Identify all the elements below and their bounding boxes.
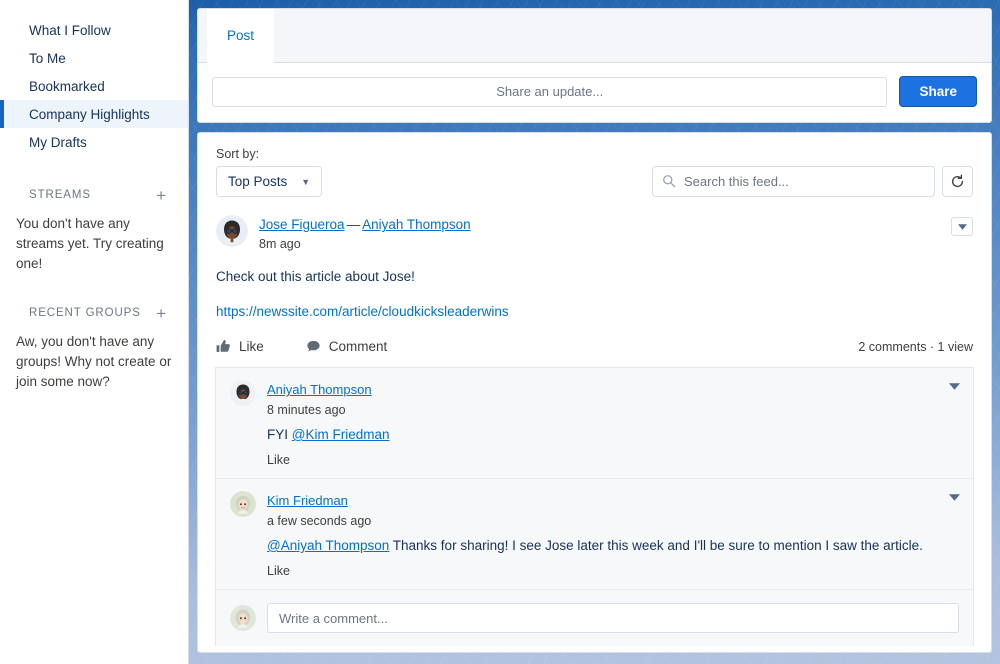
post-timestamp: 8m ago xyxy=(259,237,471,251)
streams-section-header: STREAMS + xyxy=(0,184,188,206)
comment-text: @Aniyah Thompson Thanks for sharing! I s… xyxy=(267,537,959,555)
sidebar-item-to-me[interactable]: To Me xyxy=(0,44,188,72)
tab-post-label: Post xyxy=(227,28,254,43)
comment-author-link[interactable]: Kim Friedman xyxy=(267,493,348,508)
streams-title: STREAMS xyxy=(29,189,91,201)
publisher-tabbar: Post xyxy=(198,9,991,63)
sidebar-item-label: Company Highlights xyxy=(29,107,150,122)
comment-item: Aniyah Thompson 8 minutes ago FYI @Kim F… xyxy=(216,368,973,479)
streams-empty-text: You don't have any streams yet. Try crea… xyxy=(0,206,188,274)
post-author-link[interactable]: Jose Figueroa xyxy=(259,217,345,232)
sidebar: What I Follow To Me Bookmarked Company H… xyxy=(0,0,189,664)
post-link[interactable]: https://newssite.com/article/cloudkicksl… xyxy=(216,304,973,319)
chevron-down-icon xyxy=(949,494,960,501)
sidebar-item-label: What I Follow xyxy=(29,23,111,38)
avatar[interactable] xyxy=(230,380,256,406)
avatar[interactable] xyxy=(216,215,248,247)
publisher-body: Share xyxy=(198,63,991,122)
write-comment-input[interactable] xyxy=(267,603,959,633)
thumbs-up-icon xyxy=(216,339,231,354)
speech-bubble-icon xyxy=(306,339,321,354)
publisher-card: Post Share xyxy=(197,8,992,123)
search-group xyxy=(652,166,973,197)
comment-timestamp: 8 minutes ago xyxy=(267,403,959,417)
comment-item: Kim Friedman a few seconds ago @Aniyah T… xyxy=(216,479,973,590)
post-meta: Jose Figueroa—Aniyah Thompson 8m ago xyxy=(259,215,471,251)
comment-mention-link[interactable]: @Aniyah Thompson xyxy=(267,538,389,553)
feed-toolbar: Sort by: Top Posts ▼ xyxy=(216,147,973,197)
post-separator: — xyxy=(345,217,363,232)
post-header: Jose Figueroa—Aniyah Thompson 8m ago xyxy=(216,215,973,251)
post-actions: Like Comment 2 comments · 1 view xyxy=(216,339,973,367)
chevron-down-icon xyxy=(958,224,967,230)
like-label: Like xyxy=(239,339,264,354)
comments-list: Aniyah Thompson 8 minutes ago FYI @Kim F… xyxy=(215,367,974,646)
sidebar-item-what-i-follow[interactable]: What I Follow xyxy=(0,16,188,44)
chevron-down-icon: ▼ xyxy=(301,177,310,187)
tab-post[interactable]: Post xyxy=(207,9,274,63)
post-recipient-link[interactable]: Aniyah Thompson xyxy=(362,217,471,232)
comment-menu-button[interactable] xyxy=(949,382,960,393)
avatar[interactable] xyxy=(230,491,256,517)
search-icon xyxy=(662,174,676,188)
sidebar-item-label: To Me xyxy=(29,51,66,66)
recent-groups-empty-text: Aw, you don't have any groups! Why not c… xyxy=(0,324,188,392)
post-counts: 2 comments · 1 view xyxy=(858,340,973,354)
sort-dropdown[interactable]: Top Posts ▼ xyxy=(216,166,322,197)
like-button[interactable]: Like xyxy=(216,339,264,354)
avatar[interactable] xyxy=(230,605,256,631)
comment-body: Aniyah Thompson 8 minutes ago FYI @Kim F… xyxy=(267,380,959,467)
comment-body: Kim Friedman a few seconds ago @Aniyah T… xyxy=(267,491,959,578)
share-update-input[interactable] xyxy=(212,77,887,107)
sidebar-item-bookmarked[interactable]: Bookmarked xyxy=(0,72,188,100)
comment-timestamp: a few seconds ago xyxy=(267,514,959,528)
search-feed-input[interactable] xyxy=(652,166,935,197)
search-wrapper xyxy=(652,166,935,197)
comment-text-prefix: FYI xyxy=(267,427,292,442)
comment-like-button[interactable]: Like xyxy=(267,453,959,467)
comment-button[interactable]: Comment xyxy=(306,339,388,354)
sidebar-item-my-drafts[interactable]: My Drafts xyxy=(0,128,188,156)
feed-post: Jose Figueroa—Aniyah Thompson 8m ago Che… xyxy=(216,215,973,646)
comment-label: Comment xyxy=(329,339,388,354)
sidebar-item-company-highlights[interactable]: Company Highlights xyxy=(0,100,188,128)
add-stream-icon[interactable]: + xyxy=(156,187,166,204)
chatter-page: What I Follow To Me Bookmarked Company H… xyxy=(0,0,1000,664)
comment-author-link[interactable]: Aniyah Thompson xyxy=(267,382,372,397)
recent-groups-section-header: RECENT GROUPS + xyxy=(0,302,188,324)
comment-mention-link[interactable]: @Kim Friedman xyxy=(292,427,390,442)
sidebar-item-label: My Drafts xyxy=(29,135,87,150)
sort-by-label: Sort by: xyxy=(216,147,322,161)
sort-control: Sort by: Top Posts ▼ xyxy=(216,147,322,197)
comment-text: FYI @Kim Friedman xyxy=(267,426,959,444)
post-participants: Jose Figueroa—Aniyah Thompson xyxy=(259,216,471,233)
comment-like-button[interactable]: Like xyxy=(267,564,959,578)
refresh-feed-button[interactable] xyxy=(942,166,973,197)
add-group-icon[interactable]: + xyxy=(156,305,166,322)
share-button[interactable]: Share xyxy=(899,76,977,107)
refresh-icon xyxy=(950,174,965,189)
recent-groups-title: RECENT GROUPS xyxy=(29,307,141,319)
main-content: Post Share Sort by: Top Posts ▼ xyxy=(189,0,1000,664)
feed-card: Sort by: Top Posts ▼ xyxy=(197,132,992,653)
sidebar-item-label: Bookmarked xyxy=(29,79,105,94)
post-menu-button[interactable] xyxy=(951,217,973,236)
sort-dropdown-value: Top Posts xyxy=(228,174,287,189)
post-body-text: Check out this article about Jose! xyxy=(216,269,973,284)
comment-compose-row xyxy=(216,590,973,646)
chevron-down-icon xyxy=(949,383,960,390)
comment-text-suffix: Thanks for sharing! I see Jose later thi… xyxy=(389,538,923,553)
comment-menu-button[interactable] xyxy=(949,493,960,504)
